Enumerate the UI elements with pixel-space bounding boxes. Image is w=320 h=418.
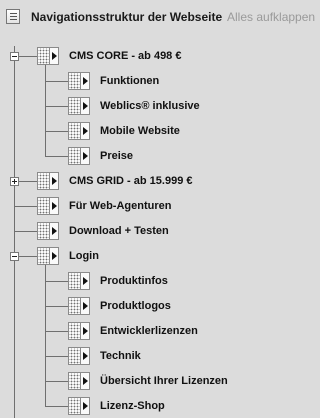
drag-handle-icon[interactable] <box>38 248 50 264</box>
node-controls <box>68 97 90 115</box>
tree-item-label[interactable]: Weblics® inklusive <box>100 100 200 112</box>
node-menu-arrow-icon[interactable] <box>50 248 58 264</box>
node-menu-arrow-icon[interactable] <box>81 323 89 339</box>
tree-item-label[interactable]: Produktinfos <box>100 275 168 287</box>
node-controls <box>37 197 59 215</box>
drag-handle-icon[interactable] <box>38 48 50 64</box>
node-menu-arrow-icon[interactable] <box>81 123 89 139</box>
tree-item-row: Für Web-Agenturen <box>37 197 171 215</box>
tree-subitem-row: Funktionen <box>68 72 159 90</box>
tree-item-row: CMS GRID - ab 15.999 € <box>37 172 193 190</box>
tree-title: Navigationsstruktur der Webseite <box>31 10 223 24</box>
tree-item-row: CMS CORE - ab 498 € <box>37 47 181 65</box>
tree-connector <box>45 265 46 406</box>
node-menu-arrow-icon[interactable] <box>81 398 89 414</box>
tree-item-label[interactable]: Login <box>69 250 99 262</box>
tree-item-label[interactable]: Produktlogos <box>100 300 171 312</box>
drag-handle-icon[interactable] <box>38 198 50 214</box>
tree-connector <box>45 131 68 132</box>
node-controls <box>37 172 59 190</box>
tree-connector <box>45 65 46 156</box>
node-menu-arrow-icon[interactable] <box>81 373 89 389</box>
node-menu-arrow-icon[interactable] <box>50 198 58 214</box>
tree-subitem-row: Weblics® inklusive <box>68 97 200 115</box>
node-menu-arrow-icon[interactable] <box>50 173 58 189</box>
tree-subitem-row: Lizenz-Shop <box>68 397 165 415</box>
tree-item-row: Login <box>37 247 99 265</box>
drag-handle-icon[interactable] <box>69 298 81 314</box>
tree-subitem-row: Produktlogos <box>68 297 171 315</box>
node-menu-arrow-icon[interactable] <box>81 298 89 314</box>
tree-connector <box>45 81 68 82</box>
drag-handle-icon[interactable] <box>69 373 81 389</box>
tree-connector <box>45 156 68 157</box>
tree-subitem-row: Technik <box>68 347 141 365</box>
tree-item-label[interactable]: CMS GRID - ab 15.999 € <box>69 175 193 187</box>
node-controls <box>68 322 90 340</box>
tree-subitem-row: Übersicht Ihrer Lizenzen <box>68 372 228 390</box>
node-controls <box>68 147 90 165</box>
tree-header: Navigationsstruktur der Webseite Alles a… <box>0 0 315 36</box>
node-controls <box>68 397 90 415</box>
tree-item-label[interactable]: Funktionen <box>100 75 159 87</box>
collapse-toggle[interactable] <box>10 52 19 61</box>
tree-item-label[interactable]: Entwicklerlizenzen <box>100 325 198 337</box>
drag-handle-icon[interactable] <box>69 123 81 139</box>
drag-handle-icon[interactable] <box>69 398 81 414</box>
tree-connector <box>45 356 68 357</box>
node-menu-arrow-icon[interactable] <box>81 273 89 289</box>
tree-item-label[interactable]: Preise <box>100 150 133 162</box>
tree-connector <box>45 406 68 407</box>
tree-item-row: Download + Testen <box>37 222 169 240</box>
node-menu-arrow-icon[interactable] <box>50 223 58 239</box>
node-controls <box>37 247 59 265</box>
node-controls <box>68 372 90 390</box>
node-controls <box>68 272 90 290</box>
tree-item-label[interactable]: CMS CORE - ab 498 € <box>69 50 181 62</box>
tree-subitem-row: Produktinfos <box>68 272 168 290</box>
node-controls <box>37 222 59 240</box>
tree-subitem-row: Preise <box>68 147 133 165</box>
node-controls <box>37 47 59 65</box>
tree-connector <box>45 381 68 382</box>
drag-handle-icon[interactable] <box>69 273 81 289</box>
expand-toggle[interactable] <box>10 177 19 186</box>
tree-connector <box>14 46 15 418</box>
tree-subitem-row: Entwicklerlizenzen <box>68 322 198 340</box>
tree-connector <box>45 306 68 307</box>
drag-handle-icon[interactable] <box>38 173 50 189</box>
tree-item-label[interactable]: Mobile Website <box>100 125 180 137</box>
drag-handle-icon[interactable] <box>69 148 81 164</box>
tree-subitem-row: Mobile Website <box>68 122 180 140</box>
tree-connector <box>14 231 37 232</box>
node-menu-arrow-icon[interactable] <box>81 348 89 364</box>
tree-connector <box>45 106 68 107</box>
drag-handle-icon[interactable] <box>69 73 81 89</box>
node-menu-arrow-icon[interactable] <box>81 73 89 89</box>
tree-item-label[interactable]: Übersicht Ihrer Lizenzen <box>100 375 228 387</box>
tree-item-label[interactable]: Technik <box>100 350 141 362</box>
drag-handle-icon[interactable] <box>38 223 50 239</box>
collapse-toggle[interactable] <box>10 252 19 261</box>
drag-handle-icon[interactable] <box>69 348 81 364</box>
node-controls <box>68 72 90 90</box>
node-controls <box>68 297 90 315</box>
drag-handle-icon[interactable] <box>69 323 81 339</box>
tree-connector <box>45 281 68 282</box>
node-menu-arrow-icon[interactable] <box>81 148 89 164</box>
tree-item-label[interactable]: Download + Testen <box>69 225 169 237</box>
drag-handle-icon[interactable] <box>69 98 81 114</box>
node-controls <box>68 122 90 140</box>
tree-item-label[interactable]: Für Web-Agenturen <box>69 200 171 212</box>
list-icon <box>6 9 20 24</box>
expand-all-link[interactable]: Alles aufklappen <box>227 10 315 24</box>
tree-connector <box>14 206 37 207</box>
tree-item-label[interactable]: Lizenz-Shop <box>100 400 165 412</box>
tree-connector <box>45 331 68 332</box>
node-menu-arrow-icon[interactable] <box>50 48 58 64</box>
node-controls <box>68 347 90 365</box>
node-menu-arrow-icon[interactable] <box>81 98 89 114</box>
